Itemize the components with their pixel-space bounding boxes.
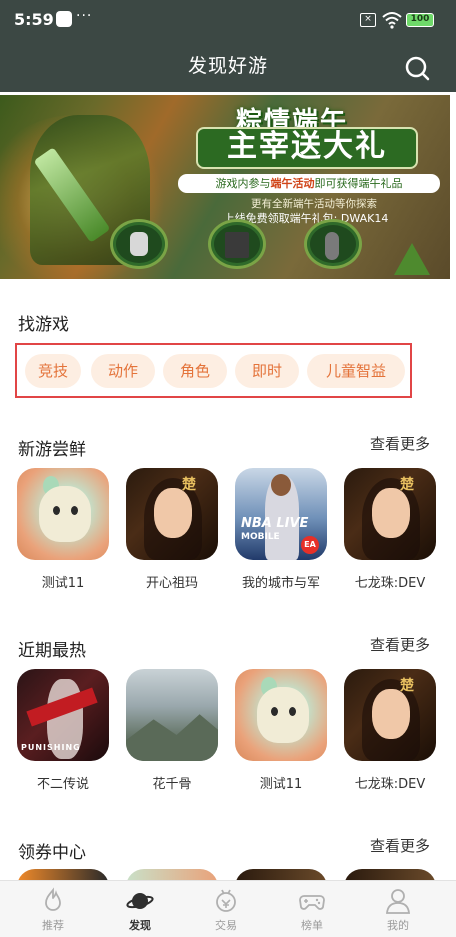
tab-label: 推荐 — [42, 919, 64, 932]
chip-realtime[interactable]: 即时 — [235, 354, 299, 388]
pet-icon — [17, 468, 109, 560]
tab-label: 交易 — [215, 919, 237, 932]
game-logo: 楚 — [400, 477, 414, 493]
bottom-tab-bar: 推荐 发现 交易 榜单 我的 — [0, 880, 456, 937]
pet-icon — [235, 669, 327, 761]
banner-tagline-pre: 游戏内参与 — [215, 177, 271, 190]
girl-icon: 楚 — [126, 468, 218, 560]
category-chips: 竞技 动作 角色 即时 儿童智益 休 — [15, 343, 412, 398]
battery-icon: 100 — [406, 13, 434, 27]
game-name: 测试11 — [41, 576, 85, 591]
banner-tagline-highlight: 端午活动 — [270, 177, 315, 190]
chip-competitive[interactable]: 竞技 — [25, 354, 81, 388]
tab-rankings[interactable]: 榜单 — [282, 887, 342, 933]
planet-icon — [126, 893, 154, 909]
flame-icon — [45, 887, 61, 911]
game-name: 我的城市与军 — [241, 576, 320, 591]
ea-logo-icon: EA — [301, 536, 319, 554]
banner-line-5: 上线免费领取端午礼包: DWAK14 — [223, 212, 389, 225]
game-name: 开心祖玛 — [145, 576, 198, 591]
new-games-title: 新游尝鲜 — [18, 440, 86, 460]
nba-subtitle: MOBILE — [241, 532, 280, 542]
game-logo: 楚 — [182, 477, 196, 493]
tab-recommend[interactable]: 推荐 — [23, 887, 83, 933]
banner-tagline: 游戏内参与端午活动即可获得端午礼品 — [178, 174, 440, 193]
promo-banner[interactable]: 粽情端午 主宰送大礼 游戏内参与端午活动即可获得端午礼品 更有全新端午活动等你探… — [0, 95, 450, 279]
app-header: 5:59 ··· × 100 发现好游 — [0, 0, 456, 92]
status-bar: 5:59 ··· × 100 — [0, 0, 456, 40]
new-games-more-link[interactable]: 查看更多 — [370, 433, 430, 454]
tab-trade[interactable]: 交易 — [196, 887, 256, 933]
zongzi-decoration — [394, 243, 430, 275]
punishing-label: PUNISHING — [21, 743, 81, 752]
game-name: 花千骨 — [152, 777, 192, 792]
find-games-title: 找游戏 — [18, 315, 69, 335]
wifi-icon — [382, 12, 402, 29]
banner-line-4: 更有全新端午活动等你探索 — [251, 198, 377, 210]
status-time: 5:59 — [14, 10, 54, 29]
nba-title: NBA LIVE — [241, 516, 309, 531]
landscape-icon — [126, 669, 218, 761]
game-name: 测试11 — [259, 777, 303, 792]
nba-icon: NBA LIVE MOBILE EA — [235, 468, 327, 560]
trade-icon — [216, 889, 236, 912]
hot-games-more-link[interactable]: 查看更多 — [370, 634, 430, 655]
gamepad-icon — [299, 895, 325, 910]
banner-tagline-post: 即可获得端午礼品 — [314, 177, 403, 190]
banner-subheadline: 主宰送大礼 — [196, 127, 418, 169]
page-title: 发现好游 — [187, 55, 268, 77]
girl-icon: 楚 — [344, 669, 436, 761]
tab-label: 榜单 — [301, 919, 323, 932]
game-name: 七龙珠:DEV — [354, 777, 426, 792]
tab-mine[interactable]: 我的 — [368, 887, 428, 933]
prize-power-bank — [208, 219, 266, 269]
coupons-more-link[interactable]: 查看更多 — [370, 835, 430, 856]
prize-neck-massager — [110, 219, 168, 269]
search-icon[interactable] — [404, 55, 430, 81]
tab-discover[interactable]: 发现 — [110, 887, 170, 933]
chip-rpg[interactable]: 角色 — [163, 354, 227, 388]
no-sim-icon: × — [360, 13, 376, 27]
game-name: 七龙珠:DEV — [354, 576, 426, 591]
game-name: 不二传说 — [36, 777, 89, 792]
tab-label: 我的 — [387, 919, 409, 932]
user-icon — [386, 889, 410, 914]
more-notifications-icon: ··· — [76, 8, 93, 24]
coupons-title: 领券中心 — [18, 843, 86, 863]
girl-icon: 楚 — [344, 468, 436, 560]
chip-action[interactable]: 动作 — [91, 354, 155, 388]
game-logo: 楚 — [400, 678, 414, 694]
tab-label: 发现 — [129, 919, 151, 932]
punishing-icon: PUNISHING — [17, 669, 109, 761]
chip-kids-puzzle[interactable]: 儿童智益 — [307, 354, 405, 388]
qq-notification-icon — [56, 11, 72, 27]
hot-games-title: 近期最热 — [18, 641, 86, 661]
prize-shaver — [304, 219, 362, 269]
